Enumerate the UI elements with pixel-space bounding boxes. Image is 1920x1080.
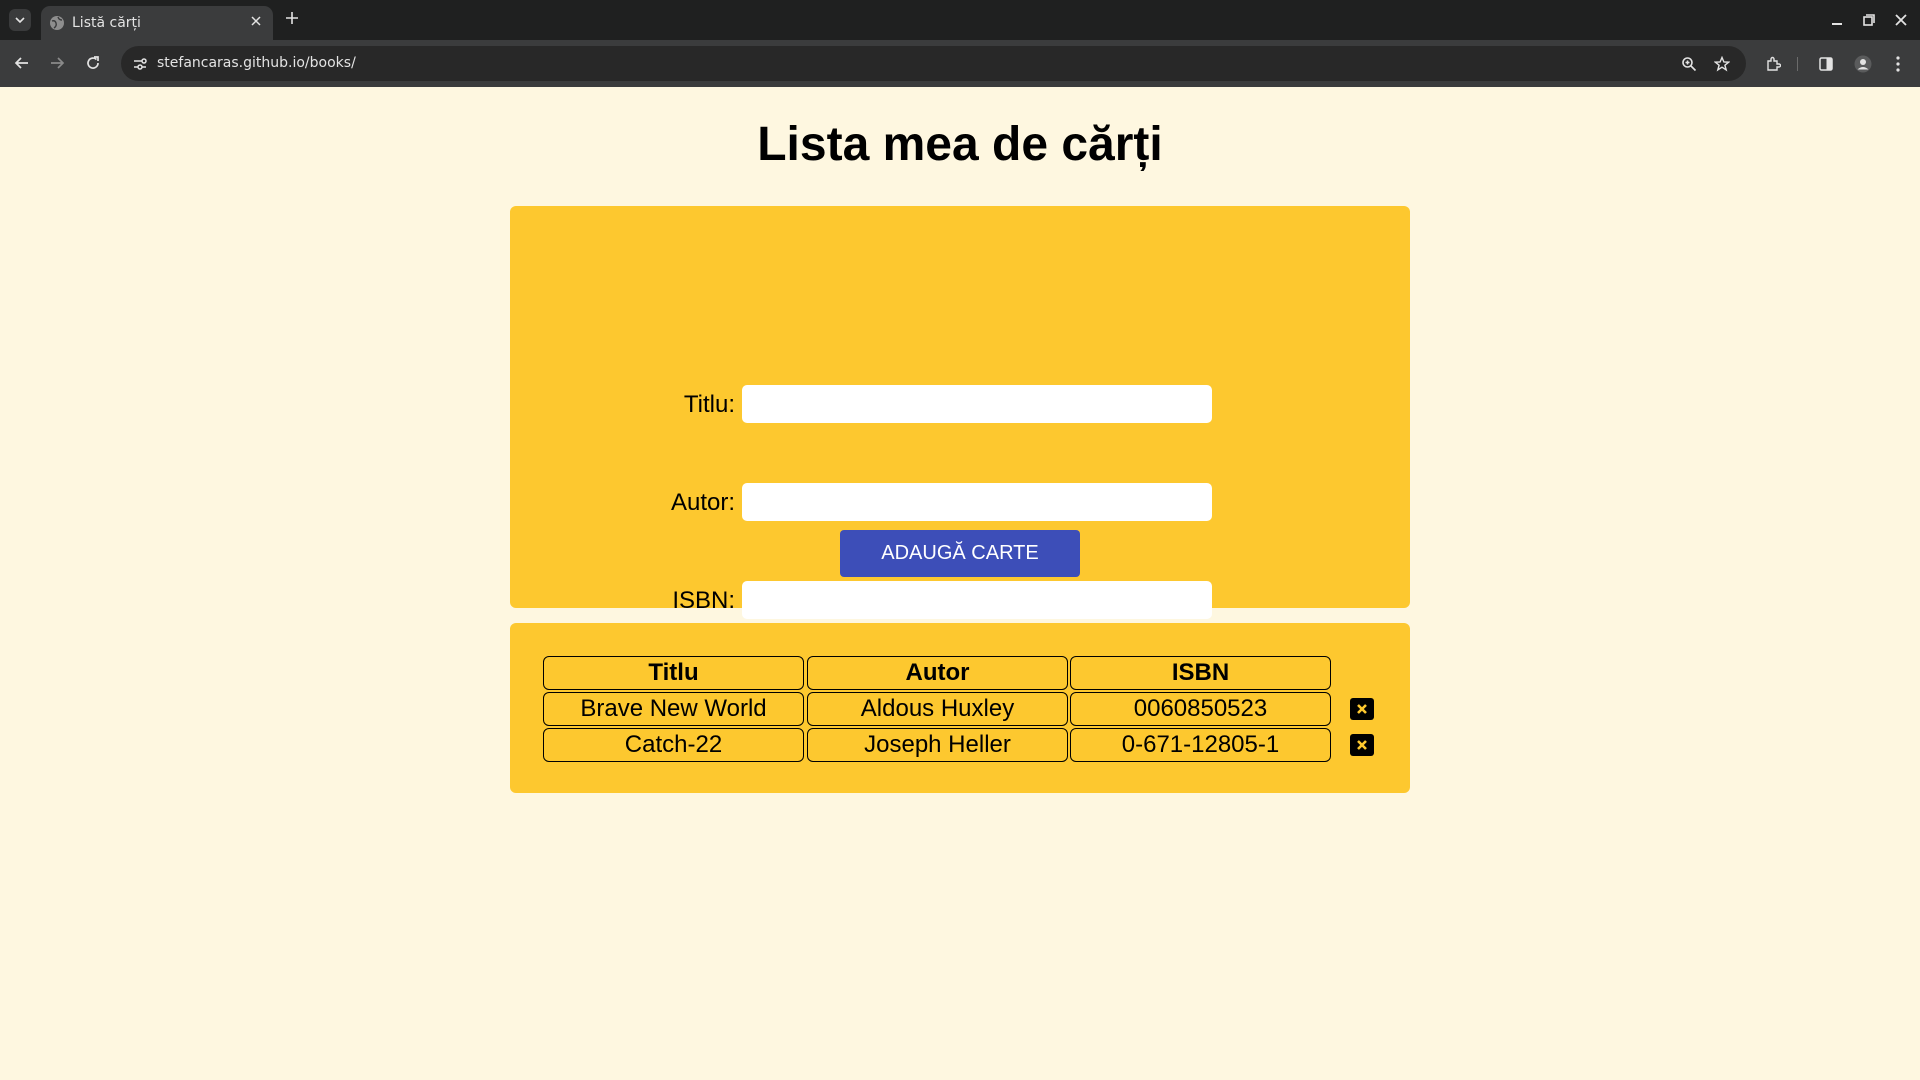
row-1-author: Aldous Huxley <box>807 692 1068 726</box>
close-icon[interactable] <box>247 13 265 31</box>
isbn-row: ISBN: <box>510 581 1410 619</box>
isbn-label: ISBN: <box>672 587 735 614</box>
url-text: stefancaras.github.io/books/ <box>157 55 356 71</box>
books-table: Titlu Autor ISBN Brave New World Aldous … <box>510 623 1410 793</box>
add-book-form: Titlu: Autor: ISBN: ADAUGĂ CARTE <box>510 206 1410 619</box>
browser-tab-bar: Listă cărți <box>0 0 1920 40</box>
reload-icon[interactable] <box>81 51 105 75</box>
globe-icon <box>49 15 65 31</box>
restore-icon[interactable] <box>1858 9 1880 31</box>
delete-x-icon[interactable] <box>1350 698 1374 720</box>
row-2-isbn: 0-671-12805-1 <box>1070 728 1331 762</box>
add-book-button[interactable]: ADAUGĂ CARTE <box>840 530 1080 577</box>
plus-icon[interactable] <box>281 7 303 29</box>
toolbar-separator <box>1797 57 1798 71</box>
row-1-isbn: 0060850523 <box>1070 692 1331 726</box>
title-row: Titlu: <box>510 385 1410 423</box>
zoom-icon[interactable] <box>1678 53 1700 75</box>
menu-icon[interactable] <box>1886 52 1910 76</box>
address-bar[interactable]: stefancaras.github.io/books/ <box>121 46 1746 81</box>
page-title: Lista mea de cărți <box>757 118 1163 171</box>
back-icon[interactable] <box>10 51 34 75</box>
minimize-icon[interactable] <box>1826 9 1848 31</box>
row-1-title: Brave New World <box>543 692 804 726</box>
row-2-title: Catch-22 <box>543 728 804 762</box>
header-isbn: ISBN <box>1070 656 1331 690</box>
header-title: Titlu <box>543 656 804 690</box>
title-input[interactable] <box>742 385 1212 423</box>
tab-title: Listă cărți <box>72 15 141 31</box>
author-label: Autor: <box>670 489 735 516</box>
author-input[interactable] <box>742 483 1212 521</box>
bookmark-star-icon[interactable] <box>1711 53 1733 75</box>
forward-icon[interactable] <box>45 51 69 75</box>
site-info-icon[interactable] <box>129 53 151 75</box>
profile-icon[interactable] <box>1851 52 1875 76</box>
isbn-input[interactable] <box>742 581 1212 619</box>
delete-x-icon[interactable] <box>1350 734 1374 756</box>
side-panel-icon[interactable] <box>1814 52 1838 76</box>
row-2-author: Joseph Heller <box>807 728 1068 762</box>
browser-toolbar: stefancaras.github.io/books/ <box>0 40 1920 87</box>
header-author: Autor <box>807 656 1068 690</box>
author-row: Autor: <box>510 483 1410 521</box>
extensions-icon[interactable] <box>1761 52 1785 76</box>
browser-tab[interactable]: Listă cărți <box>41 6 273 40</box>
page-content: Lista mea de cărți Titlu: Autor: ISBN: A… <box>0 87 1920 1080</box>
tab-search-icon[interactable] <box>9 9 31 31</box>
title-label: Titlu: <box>683 391 735 418</box>
window-close-icon[interactable] <box>1890 9 1912 31</box>
